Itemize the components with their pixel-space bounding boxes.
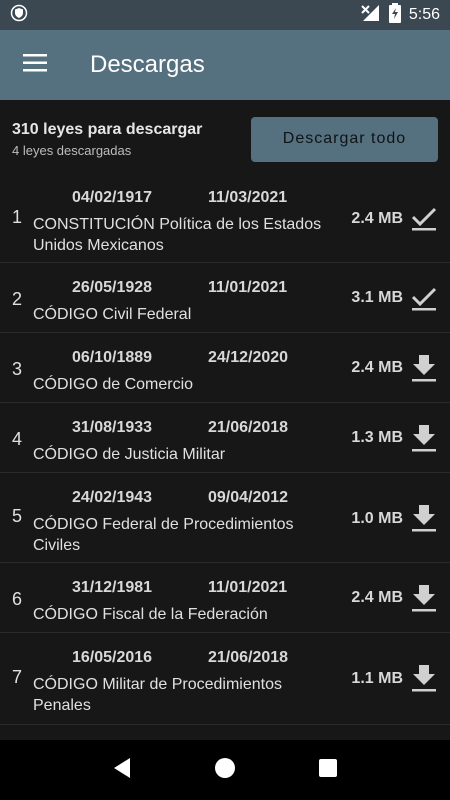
- download-icon[interactable]: [409, 423, 439, 453]
- reform-date: 24/12/2020: [208, 349, 289, 366]
- row-index: 3: [12, 359, 23, 379]
- law-title: CONSTITUCIÓN Política de los Estados Uni…: [33, 216, 322, 254]
- law-title: CÓDIGO Militar de Procedimientos Penales: [33, 676, 282, 714]
- list-item[interactable]: 6 31/12/1981 11/01/2021 CÓDIGO Fiscal de…: [0, 563, 450, 633]
- law-title: CÓDIGO de Comercio: [33, 376, 194, 393]
- publication-date: 16/05/2016: [72, 649, 153, 666]
- row-index: 4: [12, 429, 23, 449]
- row-index: 7: [12, 667, 23, 687]
- battery-icon: [388, 2, 401, 28]
- file-size: 3.1 MB: [351, 289, 403, 306]
- laws-downloaded-count: 4 leyes descargadas: [12, 142, 132, 158]
- reform-date: 11/01/2021: [208, 279, 288, 296]
- reform-date: 21/06/2018: [208, 419, 289, 436]
- file-size: 2.4 MB: [351, 210, 403, 227]
- download-all-button[interactable]: Descargar todo: [251, 116, 438, 162]
- list-item[interactable]: 3 06/10/1889 24/12/2020 CÓDIGO de Comerc…: [0, 333, 450, 403]
- publication-date: 31/12/1981: [72, 579, 153, 596]
- publication-date: 24/02/1943: [72, 489, 153, 506]
- publication-date: 26/05/1928: [72, 279, 153, 296]
- download-icon[interactable]: [409, 583, 439, 613]
- law-title: CÓDIGO Fiscal de la Federación: [33, 606, 268, 623]
- reform-date: 11/03/2021: [208, 189, 288, 206]
- law-title: CÓDIGO Civil Federal: [33, 306, 192, 323]
- list-item[interactable]: 1 04/02/1917 11/03/2021 CONSTITUCIÓN Pol…: [0, 178, 450, 263]
- reform-date: 21/06/2018: [208, 649, 289, 666]
- publication-date: 06/10/1889: [72, 349, 153, 366]
- list-item[interactable]: 7 16/05/2016 21/06/2018 CÓDIGO Militar d…: [0, 633, 450, 725]
- recents-square-icon: [318, 758, 338, 783]
- home-circle-icon: [214, 757, 236, 784]
- row-index: 6: [12, 589, 23, 609]
- publication-date: 04/02/1917: [72, 189, 153, 206]
- list-item[interactable]: 4 31/08/1933 21/06/2018 CÓDIGO de Justic…: [0, 403, 450, 473]
- download-summary: 310 leyes para descargar 4 leyes descarg…: [0, 100, 450, 178]
- check-icon[interactable]: [409, 203, 439, 233]
- hamburger-menu-icon: [23, 53, 47, 77]
- row-index: 1: [12, 207, 23, 227]
- law-title: CÓDIGO de Justicia Militar: [33, 446, 226, 463]
- reform-date: 09/04/2012: [208, 489, 289, 506]
- laws-list[interactable]: 1 04/02/1917 11/03/2021 CONSTITUCIÓN Pol…: [0, 178, 450, 740]
- status-time: 5:56: [408, 6, 440, 23]
- back-button[interactable]: [102, 750, 142, 790]
- download-icon[interactable]: [409, 353, 439, 383]
- publication-date: 31/08/1933: [72, 419, 153, 436]
- download-icon[interactable]: [409, 663, 439, 693]
- signal-icon: [361, 4, 381, 27]
- reform-date: 11/01/2021: [208, 579, 288, 596]
- laws-to-download-count: 310 leyes para descargar: [12, 120, 203, 138]
- list-item[interactable]: 5 24/02/1943 09/04/2012 CÓDIGO Federal d…: [0, 473, 450, 563]
- file-size: 2.4 MB: [351, 359, 403, 376]
- page-title: Descargas: [90, 51, 205, 78]
- row-index: 5: [12, 506, 23, 526]
- check-icon[interactable]: [409, 283, 439, 313]
- row-index: 2: [12, 289, 23, 309]
- file-size: 2.4 MB: [351, 589, 403, 606]
- list-item[interactable]: 2 26/05/1928 11/01/2021 CÓDIGO Civil Fed…: [0, 263, 450, 333]
- menu-button[interactable]: [0, 30, 70, 100]
- download-icon[interactable]: [409, 503, 439, 533]
- system-nav-bar: [0, 740, 450, 800]
- home-button[interactable]: [205, 750, 245, 790]
- file-size: 1.0 MB: [351, 510, 403, 527]
- law-title: CÓDIGO Federal de Procedimientos Civiles: [33, 516, 294, 554]
- status-bar: 5:56: [0, 0, 450, 30]
- file-size: 1.3 MB: [351, 429, 403, 446]
- recents-button[interactable]: [308, 750, 348, 790]
- back-triangle-icon: [112, 757, 132, 784]
- app-bar: Descargas: [0, 30, 450, 100]
- file-size: 1.1 MB: [351, 670, 403, 687]
- shield-icon: [10, 4, 28, 27]
